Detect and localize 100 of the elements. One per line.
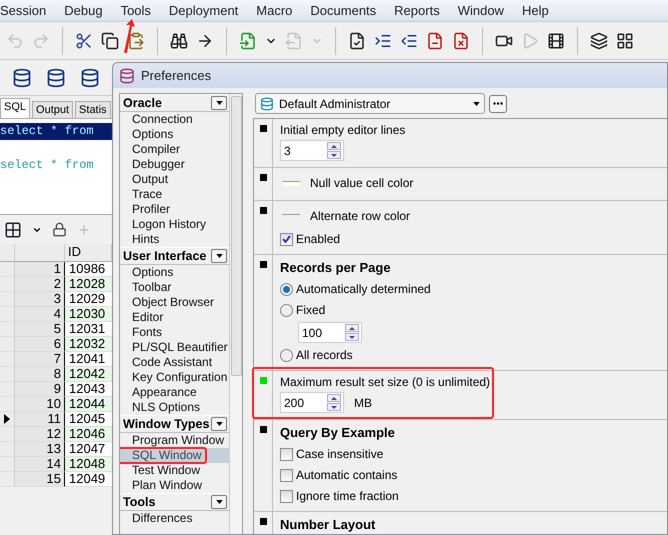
category-item[interactable]: Program Window <box>120 433 229 448</box>
document-icon[interactable] <box>426 32 444 50</box>
menu-item[interactable]: Tools <box>112 3 160 18</box>
caret-icon <box>216 500 222 504</box>
number-field[interactable]: 3 <box>280 140 344 161</box>
checkbox[interactable] <box>280 232 293 246</box>
category-item[interactable]: Options <box>120 265 229 280</box>
grid-icon[interactable] <box>616 32 634 50</box>
category-item[interactable]: Logon History <box>120 217 229 232</box>
spin-up-button[interactable] <box>327 142 341 150</box>
tab[interactable]: SQL <box>0 98 30 118</box>
category-header[interactable]: Tools <box>123 495 156 509</box>
down-arrow-icon <box>349 336 355 338</box>
grid-icon[interactable] <box>4 220 22 238</box>
menu-item[interactable]: Macro <box>247 3 302 18</box>
category-item[interactable]: Editor <box>120 310 229 325</box>
spin-down-button[interactable] <box>327 151 341 159</box>
checkbox[interactable] <box>280 448 293 460</box>
document-icon[interactable] <box>452 32 470 50</box>
copy-icon[interactable] <box>101 32 119 50</box>
category-item[interactable]: Fonts <box>120 325 229 340</box>
category-item[interactable]: NLS Options <box>120 400 229 415</box>
table-cell: 12046 <box>65 427 112 442</box>
menu-item[interactable]: Help <box>512 3 558 18</box>
number-field[interactable]: 100 <box>298 322 362 343</box>
document-check-icon[interactable] <box>348 32 366 50</box>
radio-label[interactable]: All records <box>296 348 353 362</box>
up-arrow-icon <box>349 326 355 330</box>
category-item[interactable]: Debugger <box>120 157 229 172</box>
table-cell: 12044 <box>65 397 112 412</box>
menu-item[interactable]: Documents <box>301 3 386 18</box>
color-swatch[interactable] <box>282 214 300 218</box>
menu-item[interactable]: Deployment <box>160 3 248 18</box>
collapse-button[interactable] <box>211 495 227 509</box>
category-item[interactable]: Code Assistant <box>120 355 229 370</box>
category-item[interactable]: Compiler <box>120 142 229 157</box>
caret-icon <box>216 422 222 426</box>
checkbox-label[interactable]: Case insensitive <box>296 447 384 461</box>
spin-up-button[interactable] <box>327 394 341 402</box>
category-item[interactable]: Key Configuration <box>120 370 229 385</box>
lock-icon[interactable] <box>52 222 67 237</box>
caret-icon <box>473 102 480 106</box>
film-icon[interactable] <box>547 32 565 50</box>
spin-up-button[interactable] <box>345 324 359 332</box>
category-item[interactable]: Hints <box>120 232 229 247</box>
checkbox-label[interactable]: Automatic contains <box>296 468 398 482</box>
radio-button[interactable] <box>280 304 293 316</box>
windows-icon[interactable] <box>590 32 608 50</box>
checkbox-label[interactable]: Enabled <box>296 232 340 246</box>
tab[interactable]: Statis <box>75 101 111 118</box>
database-icon[interactable] <box>12 68 32 88</box>
radio-label[interactable]: Automatically determined <box>296 282 431 296</box>
category-item[interactable]: Output <box>120 172 229 187</box>
number-field[interactable]: 200 <box>280 392 344 413</box>
category-item[interactable]: Toolbar <box>120 280 229 295</box>
document-arrow-icon[interactable] <box>239 32 257 50</box>
scissors-icon[interactable] <box>75 32 93 50</box>
category-item[interactable]: Plan Window <box>120 478 229 493</box>
paste-icon[interactable] <box>127 32 145 50</box>
category-item[interactable]: Connection <box>120 112 229 127</box>
category-item[interactable]: Trace <box>120 187 229 202</box>
category-item[interactable]: Options <box>120 127 229 142</box>
column-header[interactable]: ID <box>65 244 112 262</box>
collapse-button[interactable] <box>211 96 227 110</box>
category-item[interactable]: Appearance <box>120 385 229 400</box>
radio-button[interactable] <box>280 282 293 296</box>
menu-item[interactable]: Window <box>448 3 513 18</box>
search-icon[interactable] <box>170 32 188 50</box>
more-icon <box>493 102 503 105</box>
category-item[interactable]: PL/SQL Beautifier <box>120 340 229 355</box>
menu-item[interactable]: Session <box>0 3 56 18</box>
checkbox[interactable] <box>280 468 293 482</box>
radio-label[interactable]: Fixed <box>296 303 326 317</box>
collapse-button[interactable] <box>211 249 227 263</box>
scrollbar[interactable] <box>229 94 242 534</box>
category-item[interactable]: Profiler <box>120 202 229 217</box>
category-header[interactable]: User Interface <box>123 249 206 263</box>
more-button[interactable] <box>489 94 507 112</box>
category-header[interactable]: Oracle <box>123 96 162 110</box>
radio-button[interactable] <box>280 348 293 362</box>
checkbox[interactable] <box>280 490 293 502</box>
profile-dropdown[interactable]: Default Administrator <box>255 93 485 114</box>
tab[interactable]: Output <box>32 101 74 118</box>
menu-item[interactable]: Debug <box>55 3 112 18</box>
table-cell: 12032 <box>65 337 112 352</box>
checkbox-label[interactable]: Ignore time fraction <box>296 489 399 503</box>
spin-down-button[interactable] <box>345 333 359 341</box>
category-header[interactable]: Window Types <box>123 417 210 431</box>
color-swatch[interactable] <box>282 180 300 186</box>
category-item[interactable]: Differences <box>120 511 229 526</box>
row-number: 4 <box>15 307 65 322</box>
spin-down-button[interactable] <box>327 403 341 411</box>
database-icon[interactable] <box>80 68 100 88</box>
collapse-button[interactable] <box>211 417 227 431</box>
row-number: 14 <box>15 457 65 472</box>
menu-item[interactable]: Reports <box>385 3 449 18</box>
category-item[interactable]: Test Window <box>120 463 229 478</box>
category-item[interactable]: Object Browser <box>120 295 229 310</box>
down-arrow-icon <box>331 154 337 156</box>
database-icon[interactable] <box>46 68 66 88</box>
